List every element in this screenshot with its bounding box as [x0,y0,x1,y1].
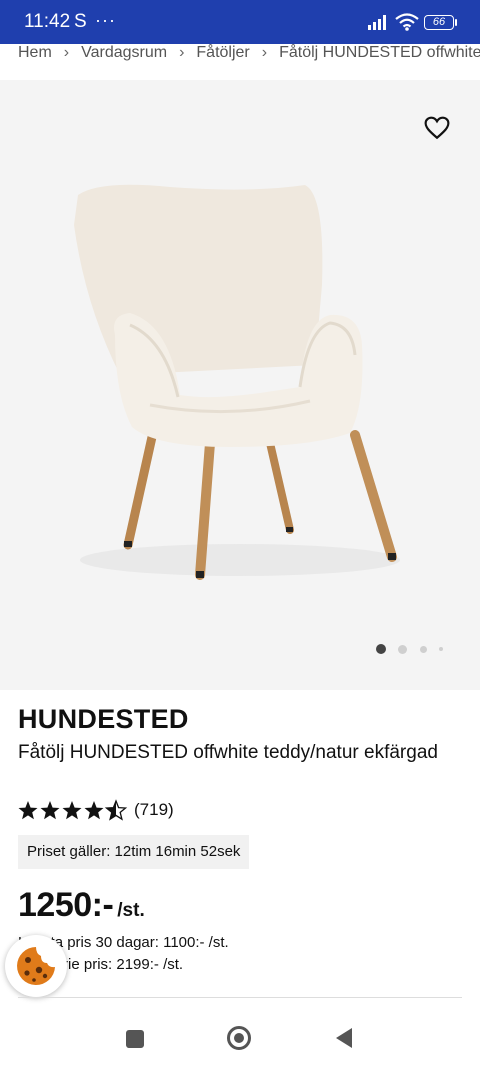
pagination-dot[interactable] [398,645,407,654]
breadcrumb: Hem › Vardagsrum › Fåtöljer › Fåtölj HUNDESTED… [0,44,480,80]
breadcrumb-armchairs[interactable]: Fåtöljer [196,44,249,62]
rating-stars-icon [18,800,127,820]
more-notifications-icon: ··· [95,10,116,30]
price-validity-badge: Priset gäller: 12tim 16min 52sek [18,835,250,869]
product-name: Fåtölj HUNDESTED offwhite teddy/natur ek… [18,742,438,763]
product-image-armchair [74,184,400,580]
status-bar: 11:42 S ··· 66 [0,0,480,44]
battery-icon: 66 [424,15,454,30]
section-divider [18,997,462,998]
chevron-right-icon: › [261,44,268,61]
breadcrumb-current-product[interactable]: Fåtölj HUNDESTED offwhite t [279,44,480,62]
pagination-dot[interactable] [420,646,427,653]
breadcrumb-home[interactable]: Hem [18,44,52,62]
cookie-settings-button[interactable] [5,935,67,997]
pagination-dot[interactable] [439,647,443,651]
price: 1250:-/st. [18,886,145,925]
back-triangle-icon[interactable] [336,1028,352,1048]
price-amount: 1250:- [18,886,114,924]
favorite-heart-icon[interactable] [424,116,450,140]
recents-square-icon[interactable] [126,1030,144,1048]
system-navigation-bar [0,1010,480,1067]
home-circle-icon[interactable] [227,1026,251,1050]
wifi-icon [395,13,419,31]
chevron-right-icon: › [63,44,70,61]
carrier-icon: S [74,11,87,32]
signal-icon [368,15,386,30]
status-time: 11:42 [24,11,71,32]
cookie-icon [17,947,56,985]
rating-count[interactable]: (719) [134,800,174,820]
pagination-dot-active[interactable] [376,644,386,654]
price-unit: /st. [117,900,145,921]
breadcrumb-living-room[interactable]: Vardagsrum [81,44,167,62]
product-brand-title: HUNDESTED [18,704,189,734]
chevron-right-icon: › [179,44,185,61]
battery-tip [455,19,457,26]
